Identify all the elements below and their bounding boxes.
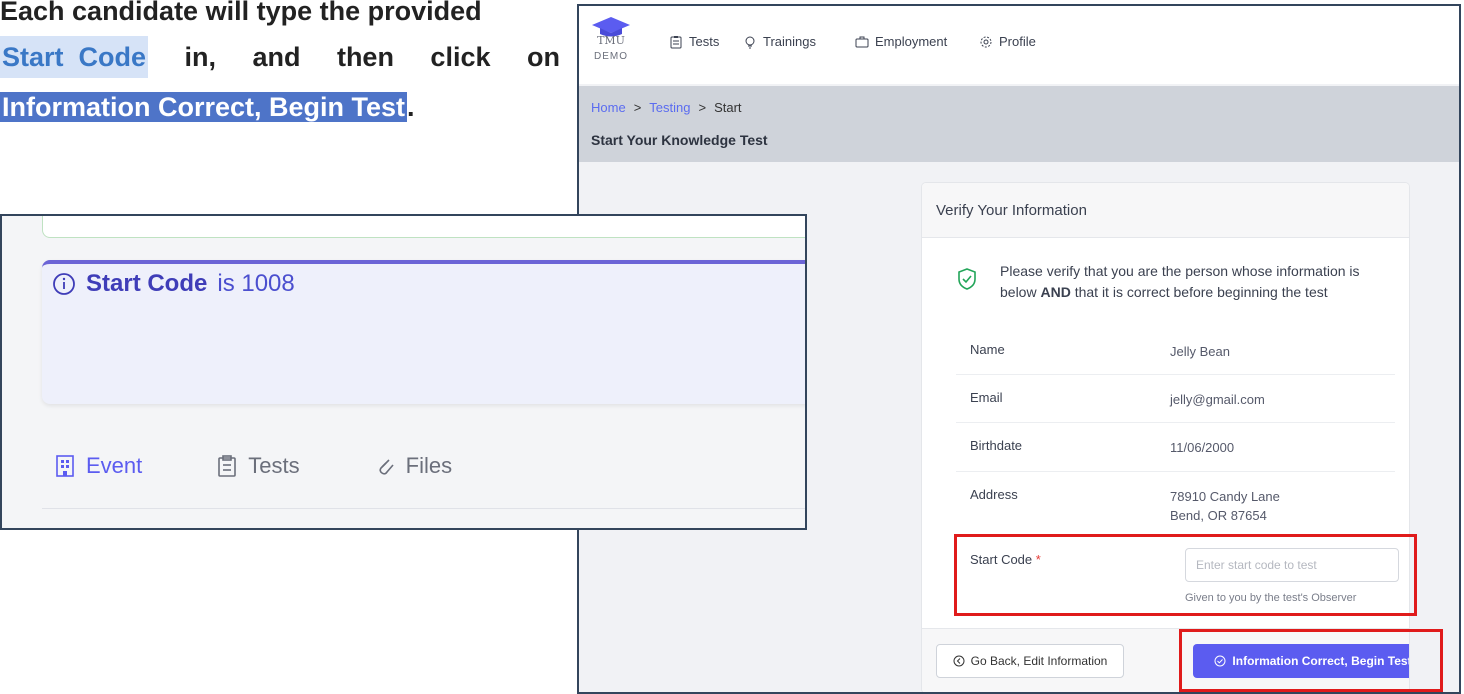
page-title: Start Your Knowledge Test — [591, 132, 768, 148]
instruction-line-1: Each candidate will type the provided — [0, 0, 482, 26]
verify-notice: Please verify that you are the person wh… — [956, 261, 1376, 303]
breadcrumb-bar: Home > Testing > Start Start Your Knowledge … — [579, 86, 1459, 162]
highlight-start-code: Start Code — [0, 36, 149, 78]
clipboard-icon — [218, 455, 237, 477]
breadcrumb-start: Start — [714, 100, 742, 115]
info-circle-icon — [53, 273, 75, 295]
logo-tmu: TMU — [597, 34, 625, 47]
info-table: Name Jelly Bean Email jelly@gmail.com Bi… — [956, 327, 1395, 546]
start-code-info: Start Code is 1008 — [52, 270, 295, 298]
verify-card: Verify Your Information Please verify th… — [922, 183, 1409, 692]
breadcrumb-testing[interactable]: Testing — [649, 100, 690, 115]
info-row-birthdate: Birthdate 11/06/2000 — [956, 423, 1395, 472]
tab-files[interactable]: Files — [374, 453, 452, 479]
required-marker: * — [1035, 552, 1041, 567]
paperclip-icon — [379, 459, 394, 475]
building-icon — [56, 455, 74, 477]
inset-divider — [42, 508, 805, 509]
shield-check-icon — [958, 268, 976, 290]
breadcrumb: Home > Testing > Start — [591, 100, 742, 115]
nav-trainings[interactable]: Trainings — [743, 34, 816, 49]
start-code-field: Start Code * Given to you by the test's … — [956, 542, 1399, 616]
begin-test-button[interactable]: Information Correct, Begin Test — [1193, 644, 1409, 678]
zoomed-inset: Start Code is 1008 Event Tests Files — [0, 214, 807, 530]
card-title: Verify Your Information — [922, 183, 1409, 238]
tab-tests[interactable]: Tests — [216, 453, 300, 479]
logo-demo: DEMO — [594, 51, 628, 62]
arrow-left-circle-icon — [953, 655, 965, 667]
info-row-email: Email jelly@gmail.com — [956, 375, 1395, 423]
instruction-line-3: Information Correct, Begin Test. — [0, 92, 415, 122]
inset-top-panel — [42, 216, 805, 238]
gear-icon — [980, 36, 992, 47]
highlight-begin-test: Information Correct, Begin Test — [0, 92, 408, 122]
card-footer: Go Back, Edit Information Information Co… — [922, 628, 1409, 692]
start-code-input[interactable] — [1185, 548, 1399, 582]
clipboard-icon — [670, 35, 682, 48]
logo[interactable]: TMU DEMO — [589, 16, 633, 78]
nav-profile[interactable]: Profile — [979, 34, 1036, 49]
briefcase-icon — [855, 36, 869, 47]
info-row-name: Name Jelly Bean — [956, 327, 1395, 375]
info-row-address: Address 78910 Candy Lane Bend, OR 87654 — [970, 487, 1280, 523]
go-back-button[interactable]: Go Back, Edit Information — [936, 644, 1124, 678]
tab-event[interactable]: Event — [54, 453, 142, 479]
top-navigation: TMU DEMO Tests Trainings Employment Prof… — [579, 6, 1459, 84]
instruction-line-2: Start Code in, and then click on — [0, 36, 560, 78]
start-code-label: Start Code * — [970, 552, 1041, 567]
check-circle-icon — [1214, 655, 1226, 667]
nav-tests[interactable]: Tests — [669, 34, 719, 49]
inset-tabs: Event Tests Files — [54, 453, 452, 479]
start-code-help: Given to you by the test's Observer — [1185, 592, 1357, 604]
breadcrumb-home[interactable]: Home — [591, 100, 626, 115]
lightbulb-icon — [745, 36, 755, 48]
nav-employment[interactable]: Employment — [855, 34, 947, 49]
